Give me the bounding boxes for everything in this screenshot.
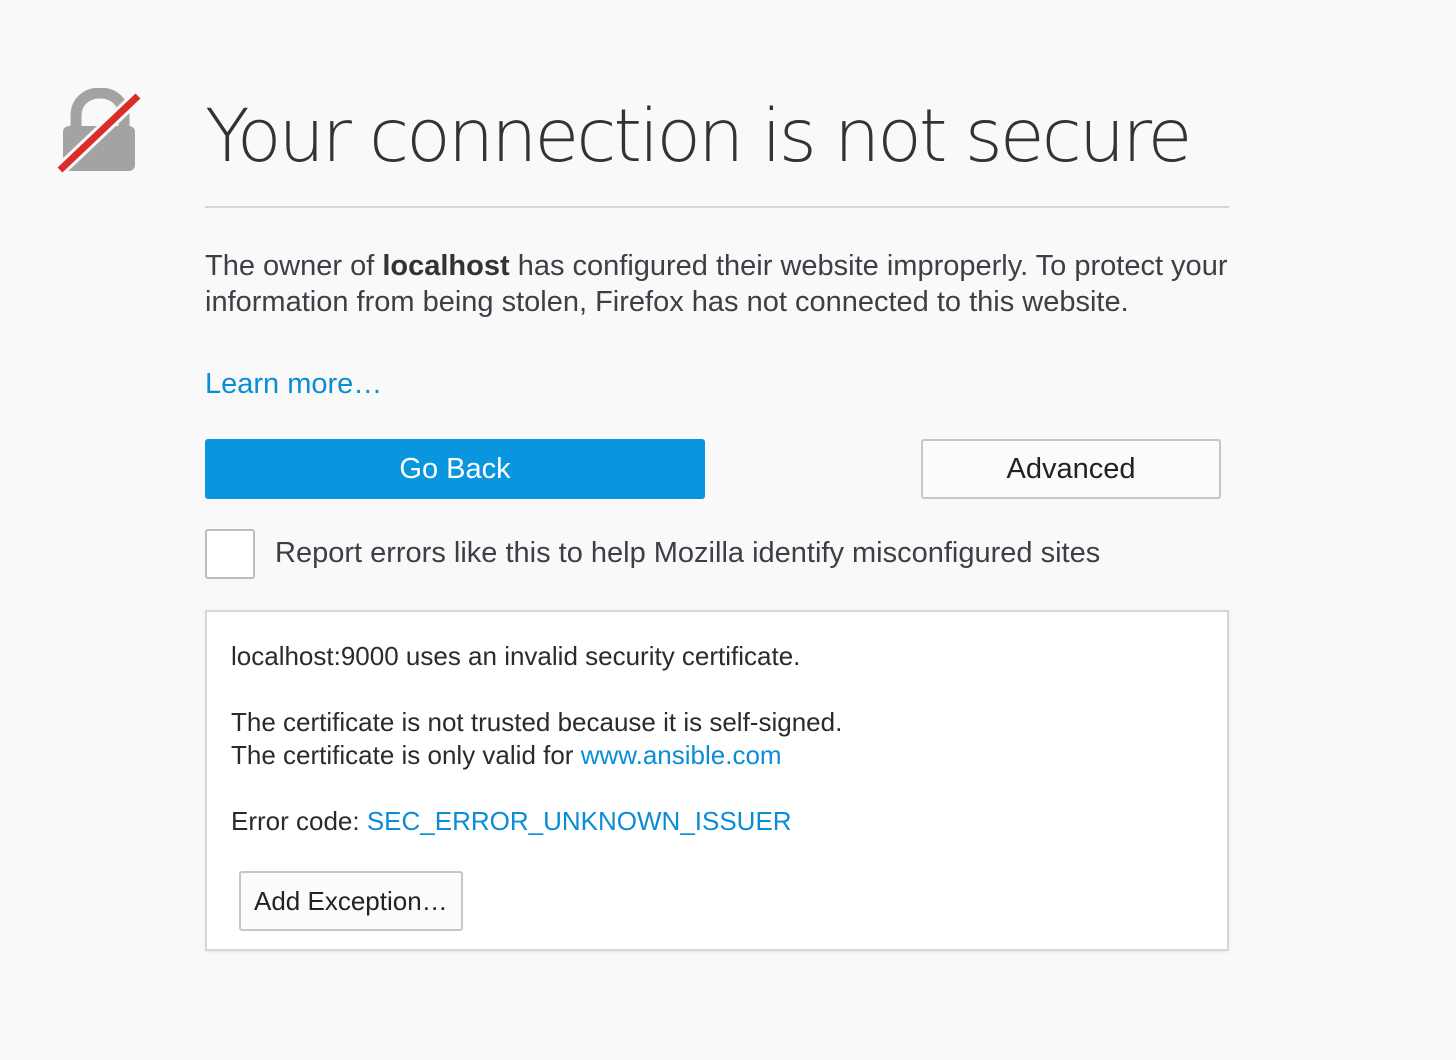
error-page: Your connection is not secure The owner … bbox=[0, 0, 1456, 1060]
valid-domain-link[interactable]: www.ansible.com bbox=[581, 740, 782, 770]
error-code-text: Error code: SEC_ERROR_UNKNOWN_ISSUER bbox=[231, 805, 1203, 838]
main-content: Your connection is not secure The owner … bbox=[205, 92, 1229, 951]
valid-for-prefix: The certificate is only valid for bbox=[231, 740, 581, 770]
title-divider bbox=[205, 206, 1229, 208]
page-title: Your connection is not secure bbox=[205, 94, 1192, 179]
button-row: Go Back Advanced bbox=[205, 439, 1229, 499]
description-prefix: The owner of bbox=[205, 250, 383, 282]
report-errors-checkbox[interactable] bbox=[205, 529, 255, 579]
self-signed-text: The certificate is not trusted because i… bbox=[231, 707, 843, 737]
error-code-prefix: Error code: bbox=[231, 806, 367, 836]
error-description: The owner of localhost has configured th… bbox=[205, 248, 1229, 320]
report-errors-label[interactable]: Report errors like this to help Mozilla … bbox=[275, 535, 1100, 571]
advanced-panel: localhost:9000 uses an invalid security … bbox=[205, 610, 1229, 951]
error-code-link[interactable]: SEC_ERROR_UNKNOWN_ISSUER bbox=[367, 806, 792, 836]
learn-more-link[interactable]: Learn more… bbox=[205, 366, 382, 402]
valid-for-text: The certificate is only valid for www.an… bbox=[231, 739, 1203, 772]
description-host: localhost bbox=[382, 250, 510, 282]
go-back-button[interactable]: Go Back bbox=[205, 439, 705, 499]
broken-lock-icon bbox=[55, 88, 143, 175]
advanced-button[interactable]: Advanced bbox=[921, 439, 1221, 499]
add-exception-button[interactable]: Add Exception… bbox=[239, 871, 463, 931]
invalid-certificate-text: localhost:9000 uses an invalid security … bbox=[231, 641, 801, 671]
report-errors-row: Report errors like this to help Mozilla … bbox=[205, 529, 1229, 579]
